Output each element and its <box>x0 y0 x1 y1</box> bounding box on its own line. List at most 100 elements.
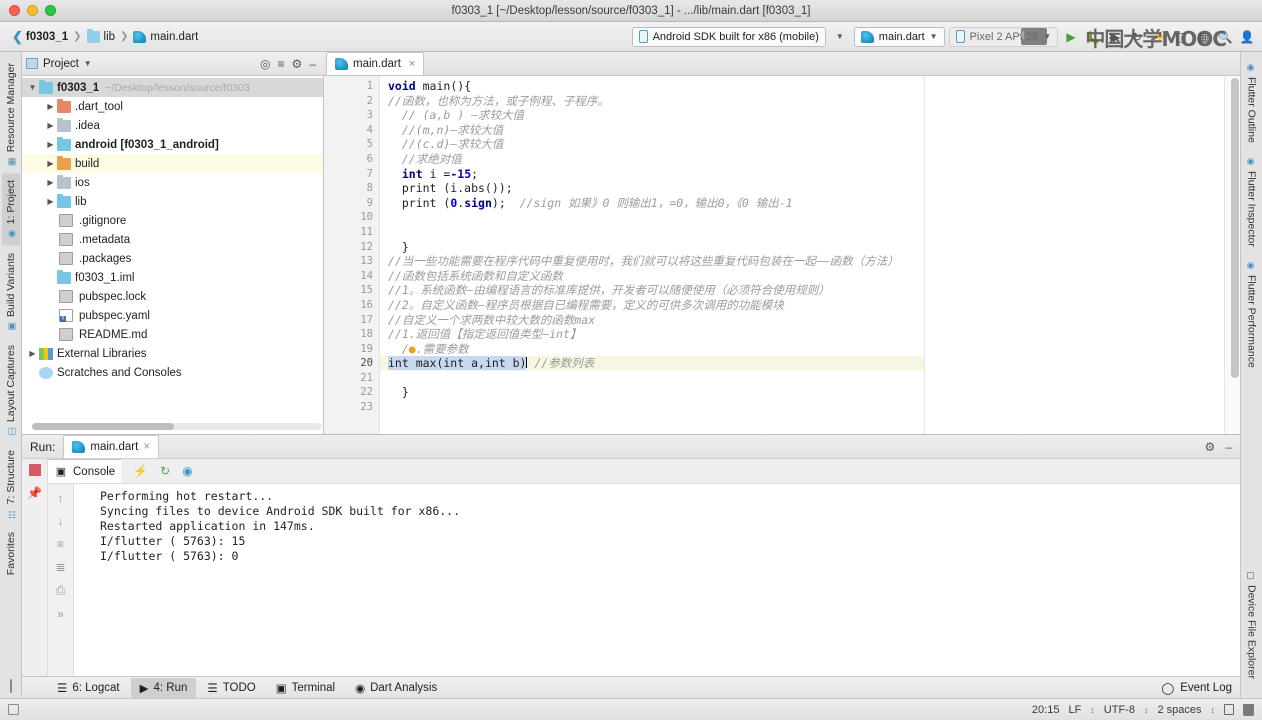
tab-main-dart[interactable]: main.dart × <box>326 52 425 75</box>
rerun-icon[interactable]: ⚡ <box>133 464 148 478</box>
tool-window-terminal[interactable]: ▣ Terminal <box>267 678 344 698</box>
tree-row-pubspec-yaml[interactable]: pubspec.yaml <box>22 306 323 325</box>
search-icon[interactable]: 🔍 <box>1216 28 1234 46</box>
stop-icon[interactable] <box>28 464 41 476</box>
print-icon[interactable]: ⎙ <box>56 583 66 598</box>
chevron-right-icon[interactable]: ▶ <box>26 349 39 358</box>
chevron-left-icon[interactable]: ❮ <box>12 29 23 45</box>
minimize-icon[interactable]: – <box>1225 440 1232 454</box>
sidebar-item-flutter-outline[interactable]: ◉ Flutter Outline <box>1243 56 1261 150</box>
sidebar-item-favorites[interactable]: Favorites <box>2 525 20 582</box>
flutter-icon[interactable]: ◉ <box>182 464 192 478</box>
editor-scrollbar-strip[interactable] <box>1224 76 1240 434</box>
close-icon[interactable]: × <box>409 58 415 70</box>
tree-row-readme[interactable]: README.md <box>22 325 323 344</box>
scroll-up-icon[interactable]: ↑ <box>58 491 64 505</box>
pin-icon[interactable]: 📌 <box>27 486 42 500</box>
chevron-right-icon[interactable]: ▶ <box>44 121 57 130</box>
minimize-window-button[interactable] <box>27 5 38 16</box>
sidebar-item-layout-captures[interactable]: ◫ Layout Captures <box>2 338 20 443</box>
rail-bottom-icon-wrap[interactable] <box>9 679 12 698</box>
tool-window-todo[interactable]: ☰ TODO <box>198 678 264 698</box>
avd-manager-button[interactable]: ▢ <box>1172 28 1190 46</box>
tree-row-idea[interactable]: ▶ .idea <box>22 116 323 135</box>
close-icon[interactable]: × <box>143 441 150 453</box>
sidebar-item-project[interactable]: ◉ 1: Project <box>1 173 20 246</box>
caret-position[interactable]: 20:15 <box>1032 704 1060 716</box>
indent-setting[interactable]: 2 spaces <box>1157 704 1201 716</box>
tree-row-scratches[interactable]: Scratches and Consoles <box>22 363 323 382</box>
maximize-window-button[interactable] <box>45 5 56 16</box>
target-icon[interactable]: ◎ <box>260 57 270 71</box>
event-log-button[interactable]: ◯ Event Log <box>1161 681 1240 695</box>
tree-row-gitignore[interactable]: .gitignore <box>22 211 323 230</box>
chevron-right-icon[interactable]: ▶ <box>44 159 57 168</box>
breadcrumb-item-file[interactable]: main.dart <box>133 30 198 43</box>
sidebar-item-structure[interactable]: ☷ 7: Structure <box>2 443 20 525</box>
code-text-area[interactable]: void main(){ //函数，也称为方法，或子例程、子程序。 // (a,… <box>380 76 924 434</box>
encoding[interactable]: UTF-8 <box>1104 704 1135 716</box>
sidebar-item-device-file-explorer[interactable]: ▢ Device File Explorer <box>1243 564 1261 686</box>
tool-window-dart-analysis[interactable]: ◉ Dart Analysis <box>346 678 446 698</box>
tree-row-external-libraries[interactable]: ▶ External Libraries <box>22 344 323 363</box>
tree-row-ios[interactable]: ▶ ios <box>22 173 323 192</box>
tree-row-iml[interactable]: f0303_1.iml <box>22 268 323 287</box>
soft-wrap-icon[interactable]: ≡ <box>57 537 64 551</box>
tree-row-root[interactable]: ▼ f0303_1 ~/Desktop/lesson/source/f0303 <box>22 78 323 97</box>
filter-icon[interactable]: ≣ <box>55 560 65 574</box>
run-coverage-button[interactable]: ▶ <box>1106 28 1124 46</box>
tree-row-packages[interactable]: .packages <box>22 249 323 268</box>
editor-vertical-scrollbar[interactable] <box>1231 78 1239 378</box>
tab-console[interactable]: ▣ Console <box>48 459 122 483</box>
chevron-right-icon[interactable]: ▶ <box>44 178 57 187</box>
close-window-button[interactable] <box>9 5 20 16</box>
code-editor[interactable]: 1 2 3 4 5 6 7 8 9 10 11 12 13 14 15 16 1… <box>324 76 1240 434</box>
project-tree[interactable]: ▼ f0303_1 ~/Desktop/lesson/source/f0303 … <box>22 76 324 434</box>
collapse-all-icon[interactable]: ≡ <box>278 57 285 71</box>
chevron-down-icon[interactable]: ▼ <box>84 59 92 68</box>
breadcrumb-item-lib[interactable]: lib <box>86 28 115 43</box>
sidebar-item-flutter-inspector[interactable]: ◉ Flutter Inspector <box>1243 150 1261 254</box>
lock-icon[interactable] <box>1224 704 1234 715</box>
expand-icon[interactable]: » <box>57 607 64 621</box>
sidebar-item-build-variants[interactable]: ▣ Build Variants <box>2 246 20 338</box>
run-tab-main-dart[interactable]: main.dart × <box>63 435 160 458</box>
tree-row-build[interactable]: ▶ build <box>22 154 323 173</box>
sidebar-item-flutter-performance[interactable]: ◉ Flutter Performance <box>1243 254 1261 375</box>
tree-row-lib[interactable]: ▶ lib <box>22 192 323 211</box>
scroll-down-icon[interactable]: ↓ <box>58 514 64 528</box>
avatar[interactable]: 👤 <box>1238 28 1256 46</box>
chevron-right-icon[interactable]: ▶ <box>44 102 57 111</box>
sidebar-item-resource-manager[interactable]: ▦ Resource Manager <box>2 56 20 173</box>
editor-gutter[interactable]: 1 2 3 4 5 6 7 8 9 10 11 12 13 14 15 16 1… <box>324 76 380 434</box>
run-configuration-selector[interactable]: main.dart ▼ <box>853 26 945 47</box>
code-line-current[interactable]: int max(int a,int b) //参数列表 <box>380 356 924 371</box>
gear-icon[interactable]: ⚙ <box>292 57 303 71</box>
editor-horizontal-scrollbar[interactable] <box>380 425 1224 433</box>
gear-icon[interactable]: ⚙ <box>1205 440 1216 454</box>
tool-window-logcat[interactable]: ☰ 6: Logcat <box>48 678 129 698</box>
sdk-manager-button[interactable]: ▦ <box>1194 28 1212 46</box>
attach-debugger-button[interactable]: ⚡ <box>1150 28 1168 46</box>
run-button[interactable]: ▶ <box>1062 28 1080 46</box>
breadcrumb-item-project[interactable]: f0303_1 <box>26 31 68 43</box>
status-window-icon[interactable] <box>8 704 19 715</box>
device-selector[interactable]: Android SDK built for x86 (mobile) <box>631 26 826 47</box>
chevron-right-icon[interactable]: ▶ <box>44 197 57 206</box>
chevron-down-icon[interactable]: ▼ <box>26 83 39 92</box>
tool-window-run[interactable]: ▶ 4: Run <box>130 677 197 698</box>
tree-row-dart-tool[interactable]: ▶ .dart_tool <box>22 97 323 116</box>
tree-row-metadata[interactable]: .metadata <box>22 230 323 249</box>
profile-button[interactable]: ↻ <box>1128 28 1146 46</box>
window-controls[interactable] <box>0 5 56 16</box>
console-output[interactable]: Performing hot restart... Syncing files … <box>74 484 1240 676</box>
tree-row-android[interactable]: ▶ android [f0303_1_android] <box>22 135 323 154</box>
line-separator[interactable]: LF <box>1068 704 1081 716</box>
chevron-right-icon[interactable]: ▶ <box>44 140 57 149</box>
tree-row-pubspec-lock[interactable]: pubspec.lock <box>22 287 323 306</box>
minimize-icon[interactable]: – <box>309 57 316 71</box>
trash-icon[interactable] <box>1243 703 1254 716</box>
project-tree-horizontal-scrollbar[interactable] <box>32 423 322 432</box>
restart-icon[interactable]: ↻ <box>160 464 170 478</box>
debug-button[interactable]: 🐛 <box>1084 28 1102 46</box>
